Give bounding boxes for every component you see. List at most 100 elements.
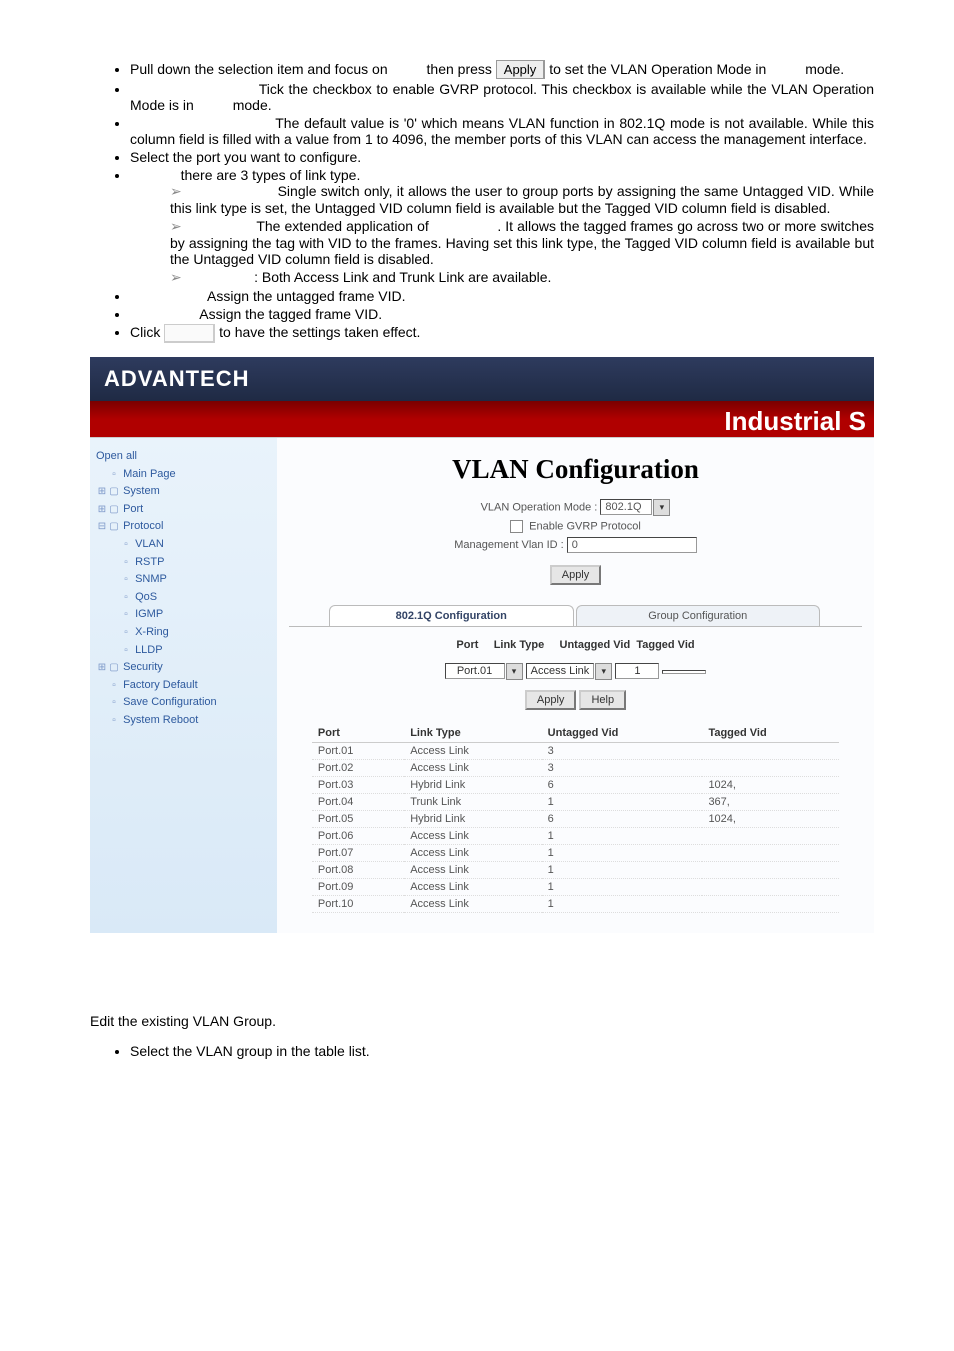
- tab-row: 802.1Q Configuration Group Configuration: [289, 605, 862, 627]
- apply-button[interactable]: Apply: [550, 565, 602, 585]
- nav-factory-default[interactable]: ▫ Factory Default: [96, 677, 271, 695]
- nav-save-config[interactable]: ▫ Save Configuration: [96, 694, 271, 712]
- nav-port[interactable]: ⊞▢ Port: [96, 501, 271, 519]
- nav-vlan[interactable]: ▫ VLAN: [96, 536, 271, 554]
- port-select[interactable]: Port.01: [445, 663, 505, 679]
- mgmt-label: Management Vlan ID :: [454, 539, 563, 551]
- banner: Industrial S: [90, 401, 874, 437]
- minus-icon: ⊟: [96, 519, 108, 535]
- txt: Single switch only, it allows the user t…: [170, 183, 874, 216]
- chevron-down-icon[interactable]: ▾: [506, 663, 523, 680]
- nav-protocol[interactable]: ⊟▢ Protocol: [96, 518, 271, 536]
- plus-icon: ⊞: [96, 502, 108, 518]
- link-select[interactable]: Access Link: [526, 663, 595, 679]
- apply-button[interactable]: Apply: [496, 60, 546, 79]
- nav-lldp[interactable]: ▫ LLDP: [96, 642, 271, 660]
- nav-igmp[interactable]: ▫ IGMP: [96, 606, 271, 624]
- brand-bar: ADVANTECH: [90, 357, 874, 401]
- cell: [702, 862, 839, 879]
- txt: The extended application of: [256, 218, 432, 234]
- nav-main-page[interactable]: ▫ Main Page: [96, 466, 271, 484]
- tab-8021q[interactable]: 802.1Q Configuration: [329, 605, 574, 626]
- page-icon: ▫: [108, 695, 120, 711]
- txt: then press: [427, 61, 496, 77]
- blank-button[interactable]: [164, 324, 215, 343]
- sub-item: ➢ The extended application of . It allow…: [170, 218, 874, 267]
- hdr-link: Link Type: [494, 639, 545, 651]
- table-row[interactable]: Port.02Access Link3: [312, 760, 839, 777]
- cell: Port.04: [312, 794, 404, 811]
- nav-system-reboot[interactable]: ▫ System Reboot: [96, 712, 271, 730]
- chevron-down-icon[interactable]: ▾: [653, 499, 670, 516]
- cell: Port.05: [312, 811, 404, 828]
- apply-button[interactable]: Apply: [525, 690, 577, 710]
- txt: : Both Access Link and Trunk Link are av…: [254, 269, 551, 285]
- nav-security[interactable]: ⊞▢ Security: [96, 659, 271, 677]
- cell: 1: [542, 862, 703, 879]
- table-row[interactable]: Port.08Access Link1: [312, 862, 839, 879]
- nav-system[interactable]: ⊞▢ System: [96, 483, 271, 501]
- gvrp-checkbox[interactable]: [510, 520, 523, 533]
- table-row[interactable]: Port.05Hybrid Link61024,: [312, 811, 839, 828]
- nav-qos[interactable]: ▫ QoS: [96, 589, 271, 607]
- open-all-link[interactable]: Open all: [96, 448, 271, 466]
- txt: The default value is '0' which means VLA…: [130, 115, 874, 147]
- help-button[interactable]: Help: [579, 690, 626, 710]
- table-row[interactable]: Port.04Trunk Link1367,: [312, 794, 839, 811]
- ports-table: Port Link Type Untagged Vid Tagged Vid P…: [312, 724, 839, 913]
- cell: Hybrid Link: [404, 777, 541, 794]
- page-icon: ▫: [120, 625, 132, 641]
- footer-text: Edit the existing VLAN Group.: [90, 1013, 874, 1029]
- page-icon: ▫: [120, 572, 132, 588]
- page-icon: ▫: [120, 537, 132, 553]
- cell: [702, 828, 839, 845]
- col-port: Port: [312, 724, 404, 743]
- instr-item: Assign the tagged frame VID.: [130, 306, 874, 322]
- cell: 1: [542, 794, 703, 811]
- txt: to have the settings taken effect.: [219, 324, 420, 340]
- cell: Port.08: [312, 862, 404, 879]
- nav-xring[interactable]: ▫ X-Ring: [96, 624, 271, 642]
- cell: Port.02: [312, 760, 404, 777]
- table-row[interactable]: Port.09Access Link1: [312, 879, 839, 896]
- table-row[interactable]: Port.06Access Link1: [312, 828, 839, 845]
- mgmt-input[interactable]: 0: [567, 537, 697, 553]
- instructions-list: Pull down the selection item and focus o…: [130, 60, 874, 343]
- nav-snmp[interactable]: ▫ SNMP: [96, 571, 271, 589]
- plus-icon: ⊞: [96, 484, 108, 500]
- table-row[interactable]: Port.01Access Link3: [312, 743, 839, 760]
- chevron-down-icon[interactable]: ▾: [595, 663, 612, 680]
- table-row[interactable]: Port.03Hybrid Link61024,: [312, 777, 839, 794]
- arrow-icon: ➢: [170, 218, 188, 235]
- cell: 1: [542, 879, 703, 896]
- plus-icon: ⊞: [96, 660, 108, 676]
- cell: 1024,: [702, 777, 839, 794]
- sub-item: ➢ Single switch only, it allows the user…: [170, 183, 874, 216]
- instr-item: The default value is '0' which means VLA…: [130, 115, 874, 147]
- mode-select[interactable]: 802.1Q: [600, 499, 652, 515]
- tagged-input[interactable]: [662, 670, 706, 674]
- cell: Port.01: [312, 743, 404, 760]
- folder-icon: ▢: [108, 519, 120, 535]
- tab-group[interactable]: Group Configuration: [576, 605, 821, 626]
- banner-text: Industrial S: [724, 406, 866, 437]
- cell: Access Link: [404, 862, 541, 879]
- table-row[interactable]: Port.07Access Link1: [312, 845, 839, 862]
- cell: [702, 760, 839, 777]
- instr-item: Click to have the settings taken effect.: [130, 324, 874, 343]
- cell: [702, 879, 839, 896]
- cell: [702, 845, 839, 862]
- instr-item: there are 3 types of link type. ➢ Single…: [130, 167, 874, 286]
- cell: [702, 896, 839, 913]
- cell: 6: [542, 811, 703, 828]
- cell: Access Link: [404, 879, 541, 896]
- cell: Port.07: [312, 845, 404, 862]
- txt: Assign the untagged frame VID.: [207, 288, 405, 304]
- nav-rstp[interactable]: ▫ RSTP: [96, 554, 271, 572]
- cell: 1: [542, 896, 703, 913]
- cell: Hybrid Link: [404, 811, 541, 828]
- table-row[interactable]: Port.10Access Link1: [312, 896, 839, 913]
- page-icon: ▫: [108, 467, 120, 483]
- untagged-input[interactable]: 1: [615, 663, 659, 679]
- col-link: Link Type: [404, 724, 541, 743]
